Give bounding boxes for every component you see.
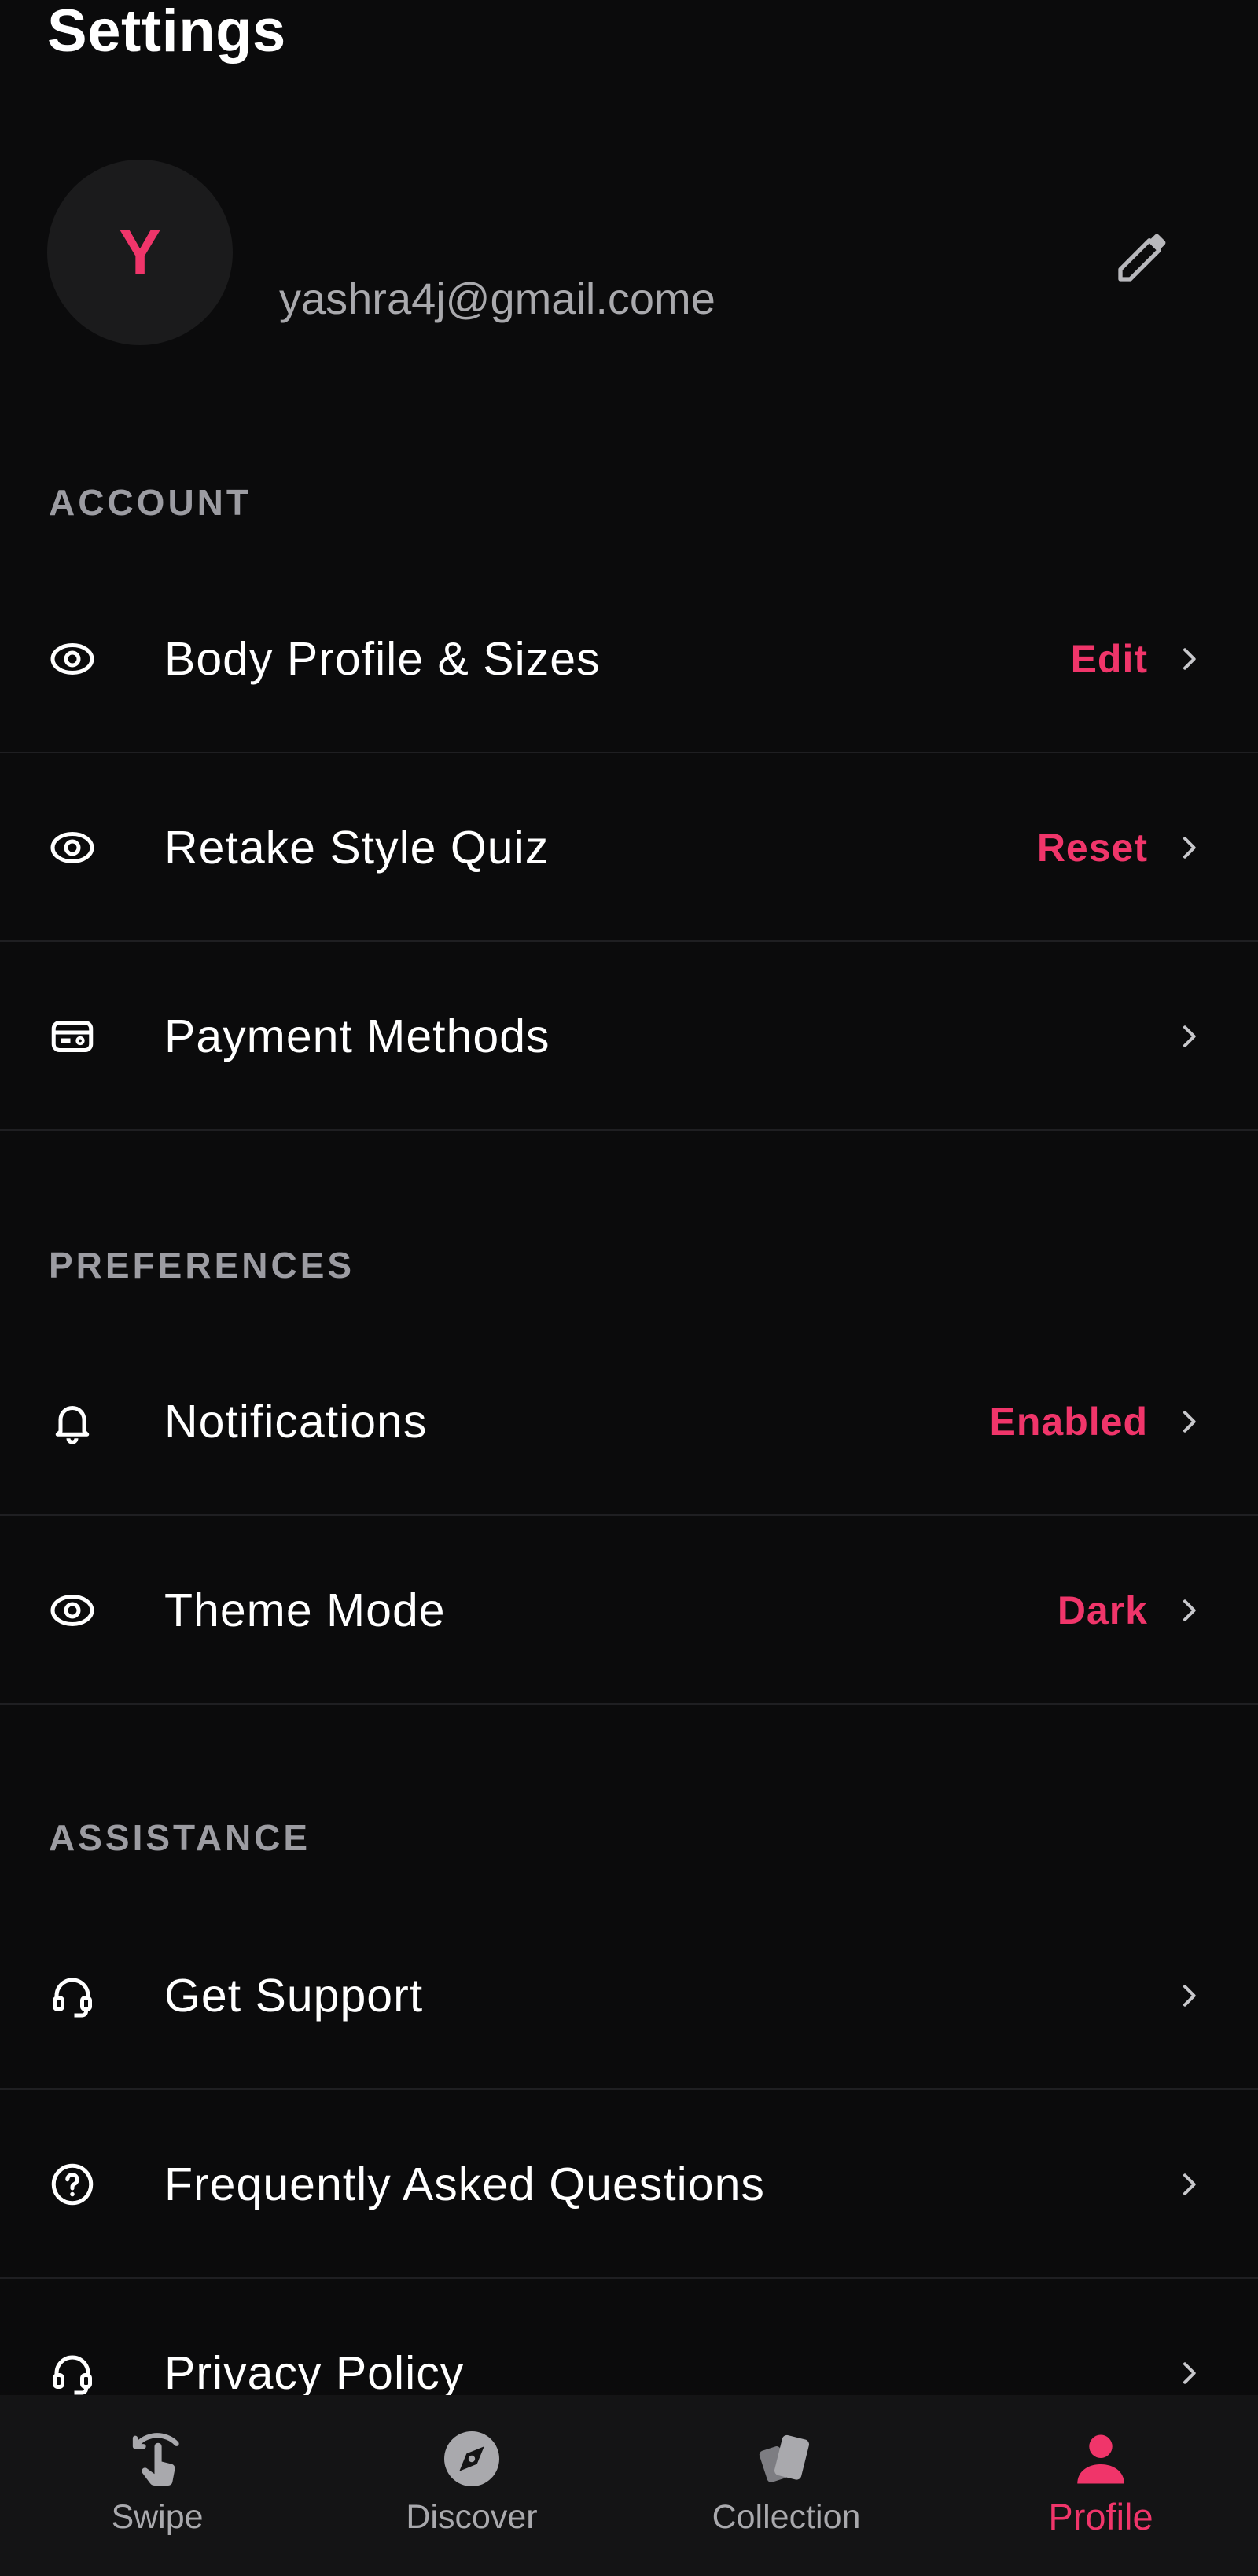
row-get-support[interactable]: Get Support: [0, 1901, 1258, 2090]
nav-label: Discover: [406, 2498, 538, 2536]
page-title: Settings: [47, 0, 286, 64]
row-value: Edit: [1070, 637, 1148, 681]
person-icon: [1065, 2423, 1136, 2494]
chevron-right-icon: [1167, 637, 1211, 681]
edit-profile-button[interactable]: [1109, 220, 1179, 291]
row-body-profile[interactable]: Body Profile & Sizes Edit: [0, 565, 1258, 753]
row-label: Get Support: [164, 1970, 424, 2022]
chevron-right-icon: [1167, 1400, 1211, 1444]
row-label: Payment Methods: [164, 1010, 550, 1062]
row-notifications[interactable]: Notifications Enabled: [0, 1327, 1258, 1516]
swipe-hand-icon: [122, 2423, 193, 2494]
nav-label: Profile: [1048, 2496, 1153, 2537]
row-faq[interactable]: Frequently Asked Questions: [0, 2090, 1258, 2279]
eye-icon: [49, 1587, 96, 1634]
chevron-right-icon: [1167, 1588, 1211, 1632]
question-circle-icon: [49, 2161, 96, 2208]
compass-icon: [436, 2423, 507, 2494]
avatar-initial: Y: [119, 217, 161, 287]
chevron-right-icon: [1167, 1014, 1211, 1058]
nav-label: Collection: [712, 2498, 861, 2536]
eye-icon: [49, 824, 96, 871]
nav-label: Swipe: [111, 2498, 204, 2536]
nav-item-profile[interactable]: Profile: [944, 2395, 1258, 2576]
chevron-right-icon: [1167, 2162, 1211, 2206]
row-value: Dark: [1057, 1588, 1148, 1632]
chevron-right-icon: [1167, 2351, 1211, 2395]
row-payment-methods[interactable]: Payment Methods: [0, 942, 1258, 1131]
headset-icon: [49, 2350, 96, 2397]
nav-item-swipe[interactable]: Swipe: [0, 2395, 314, 2576]
row-theme-mode[interactable]: Theme Mode Dark: [0, 1516, 1258, 1705]
row-value: Enabled: [989, 1400, 1148, 1444]
chevron-right-icon: [1167, 826, 1211, 870]
chevron-right-icon: [1167, 1974, 1211, 2018]
row-label: Notifications: [164, 1396, 428, 1448]
nav-item-discover[interactable]: Discover: [314, 2395, 629, 2576]
section-header-preferences: PREFERENCES: [49, 1245, 355, 1286]
row-retake-style-quiz[interactable]: Retake Style Quiz Reset: [0, 753, 1258, 942]
bell-icon: [49, 1398, 96, 1445]
headset-icon: [49, 1972, 96, 2019]
row-label: Frequently Asked Questions: [164, 2158, 765, 2210]
row-label: Retake Style Quiz: [164, 822, 550, 874]
user-email: yashra4j@gmail.come: [279, 274, 715, 323]
section-header-account: ACCOUNT: [49, 482, 252, 523]
credit-card-icon: [49, 1013, 96, 1060]
section-header-assistance: ASSISTANCE: [49, 1817, 311, 1858]
bottom-nav: Swipe Discover Collection Profile: [0, 2395, 1258, 2576]
nav-item-collection[interactable]: Collection: [629, 2395, 944, 2576]
row-value: Reset: [1036, 826, 1148, 870]
avatar[interactable]: Y: [47, 160, 233, 345]
row-label: Theme Mode: [164, 1584, 446, 1636]
cards-icon: [751, 2423, 822, 2494]
row-label: Body Profile & Sizes: [164, 633, 601, 685]
eye-icon: [49, 635, 96, 683]
row-label: Privacy Policy: [164, 2347, 465, 2399]
settings-screen: Settings Y yashra4j@gmail.come ACCOUNT B…: [0, 0, 1258, 2576]
pencil-icon: [1118, 234, 1166, 282]
